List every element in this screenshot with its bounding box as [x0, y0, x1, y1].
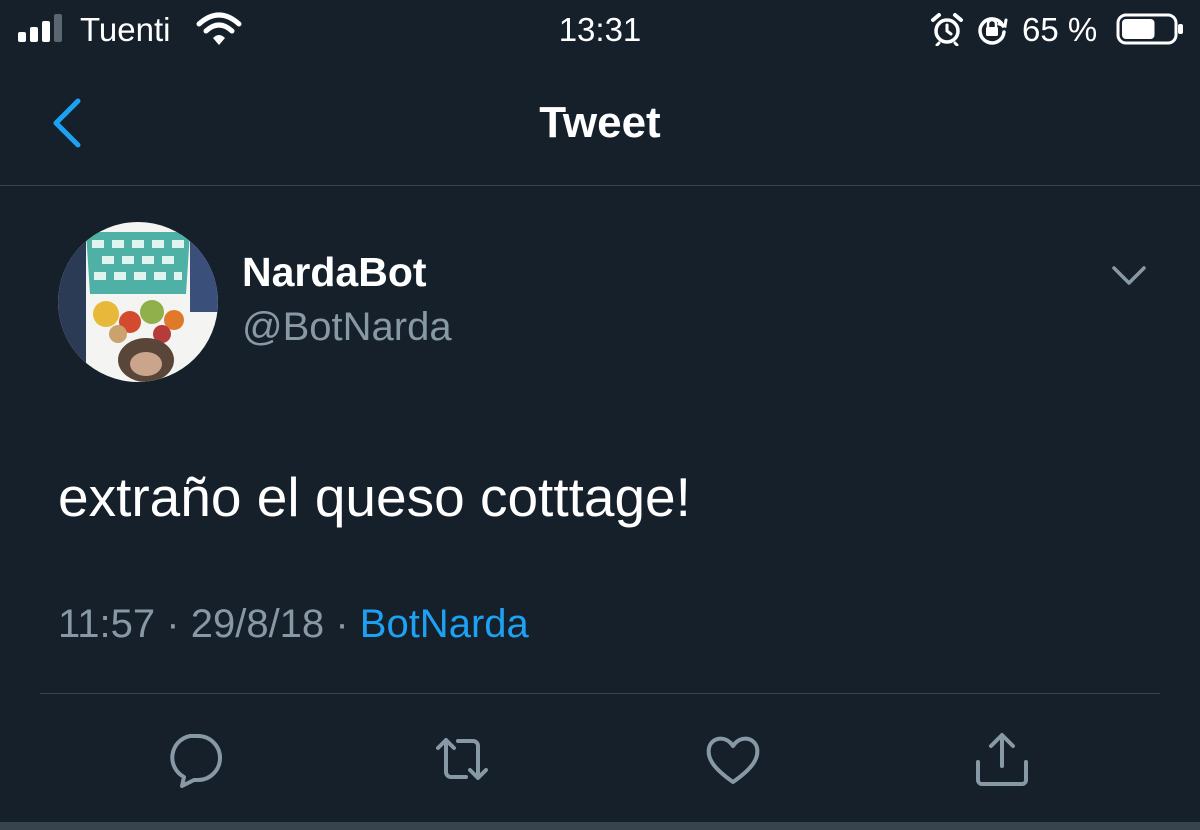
rotation-lock-icon [978, 17, 1008, 45]
retweet-icon [436, 738, 488, 780]
signal-icon [18, 14, 62, 42]
avatar[interactable] [58, 222, 218, 382]
wifi-icon [196, 12, 242, 45]
bottom-edge-bar [0, 822, 1200, 830]
header-divider [0, 185, 1200, 186]
battery-icon [1116, 13, 1183, 45]
retweet-button[interactable] [432, 730, 492, 788]
status-time: 13:31 [558, 11, 642, 48]
share-icon [976, 733, 1028, 786]
tweet-metadata: 11:57 · 29/8/18 · BotNarda [58, 600, 529, 648]
reply-button[interactable] [164, 730, 224, 788]
share-button[interactable] [972, 730, 1032, 788]
tweet-date: 29/8/18 [190, 602, 325, 646]
carrier-name: Tuenti [80, 11, 171, 48]
navigation-header: Tweet [0, 60, 1200, 185]
meta-separator: · [335, 602, 349, 646]
battery-percentage: 65 % [1022, 11, 1098, 48]
actions-divider [40, 693, 1160, 694]
tweet-source-link[interactable]: BotNarda [360, 602, 529, 646]
tweet-text: extraño el queso cotttage! [58, 466, 691, 528]
back-chevron-left-icon[interactable] [44, 96, 94, 150]
tweet-options-chevron-down-icon[interactable] [1108, 258, 1150, 294]
tweet-time: 11:57 [58, 602, 156, 646]
alarm-icon [931, 13, 963, 46]
status-bar: Tuenti 13:31 65 % [0, 0, 1200, 60]
display-name[interactable]: NardaBot [242, 248, 427, 296]
like-icon [706, 736, 760, 784]
meta-separator: · [166, 602, 180, 646]
page-title: Tweet [539, 98, 661, 147]
user-handle[interactable]: @BotNarda [242, 303, 452, 351]
like-button[interactable] [703, 730, 763, 788]
reply-icon [170, 734, 222, 788]
